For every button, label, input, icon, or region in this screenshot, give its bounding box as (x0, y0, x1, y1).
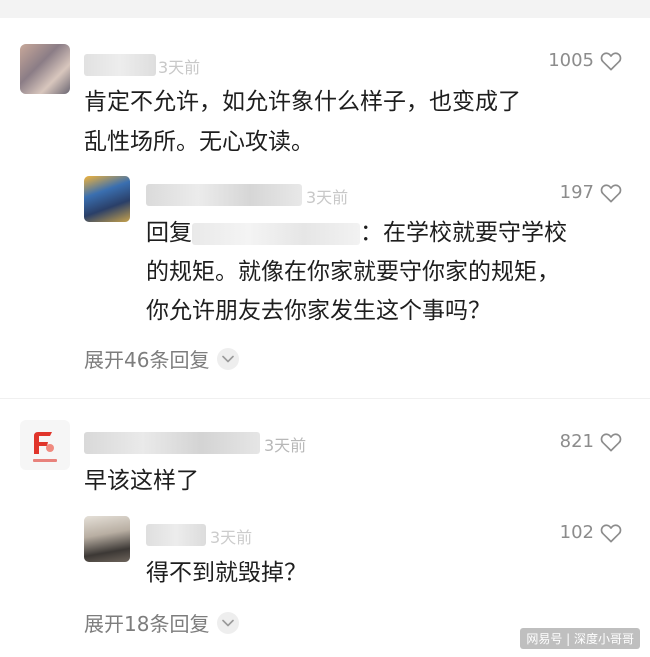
username-blurred[interactable] (84, 432, 260, 454)
comment-text-line: 早该这样了 (84, 468, 199, 494)
username-blurred[interactable] (146, 524, 206, 546)
comment-author-meta: 3天前 (84, 54, 304, 77)
like-count: 821 (559, 431, 594, 452)
like-button[interactable]: 102 (560, 522, 622, 543)
reply-prefix: 回复 (146, 220, 192, 246)
comment-time: 3天前 (264, 436, 307, 455)
like-count: 1005 (548, 50, 594, 71)
like-button[interactable]: 1005 (548, 50, 622, 71)
reply-text-line: 你允许朋友去你家发生这个事吗？ (146, 298, 491, 324)
logo-icon (33, 432, 57, 462)
heart-icon (600, 51, 622, 70)
heart-icon (600, 432, 622, 451)
watermark: 网易号 | 深度小哥哥 (520, 628, 640, 649)
chevron-down-icon (217, 347, 240, 370)
reply-target-blurred[interactable] (192, 222, 360, 245)
heart-icon (600, 523, 622, 542)
expand-replies-button[interactable]: 展开18条回复 (84, 608, 240, 637)
divider (0, 398, 650, 399)
expand-label: 展开18条回复 (84, 612, 210, 636)
like-count: 102 (559, 522, 594, 543)
reply-time: 3天前 (306, 188, 349, 207)
comment-author-meta: 3天前 (84, 432, 314, 455)
reply-first-line: 回复 ：在学校就要守学校 (146, 215, 567, 252)
chevron-down-icon (217, 611, 240, 634)
reply-text-line: 的规矩。就像在你家就要守你家的规矩， (146, 259, 560, 285)
reply-author-meta: 3天前 (146, 184, 376, 207)
reply-time: 3天前 (210, 528, 253, 547)
comment-time: 3天前 (158, 58, 201, 77)
heart-icon (600, 183, 622, 202)
like-count: 197 (559, 182, 594, 203)
username-blurred[interactable] (84, 54, 156, 76)
avatar[interactable] (20, 44, 70, 94)
avatar[interactable] (20, 420, 70, 470)
comment-text-line: 乱性场所。无心攻读。 (84, 129, 314, 155)
username-blurred[interactable] (146, 184, 302, 206)
comment-text-line: 肯定不允许，如允许象什么样子，也变成了 (84, 89, 521, 115)
expand-replies-button[interactable]: 展开46条回复 (84, 344, 240, 373)
expand-label: 展开46条回复 (84, 348, 210, 372)
reply-avatar[interactable] (84, 516, 130, 562)
reply-avatar[interactable] (84, 176, 130, 222)
reply-text-line: 得不到就毁掉？ (146, 560, 307, 586)
like-button[interactable]: 197 (560, 182, 622, 203)
top-bar (0, 0, 650, 18)
reply-tail: ：在学校就要守学校 (360, 220, 567, 246)
like-button[interactable]: 821 (560, 431, 622, 452)
reply-author-meta: 3天前 (146, 524, 296, 547)
